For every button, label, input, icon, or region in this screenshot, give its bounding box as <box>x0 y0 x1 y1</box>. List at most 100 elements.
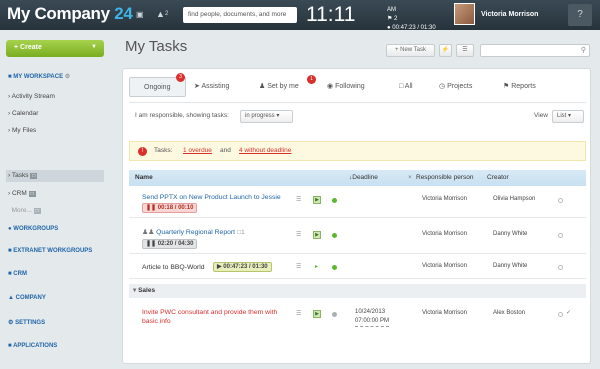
avatar[interactable] <box>454 3 475 25</box>
no-deadline-link[interactable]: 4 without deadline <box>239 142 291 160</box>
creator[interactable]: Danny White <box>493 263 527 269</box>
sidebar-item-label: Tasks <box>11 172 29 179</box>
table-row[interactable]: Send PPTX on New Product Launch to Jessi… <box>129 186 586 218</box>
view-dropdown[interactable]: List ▾ <box>552 110 584 123</box>
filter-prefix: I am responsible, showing tasks: <box>135 112 229 119</box>
close-icon[interactable]: × <box>408 170 412 186</box>
table-row[interactable]: Article to BBQ-World ▶ 00:47:23 / 01:30 … <box>129 255 586 279</box>
create-button[interactable]: + Create ▼ <box>6 40 104 57</box>
col-deadline[interactable]: ↓Deadline <box>349 170 378 186</box>
clock-time: 11:11 <box>306 3 356 26</box>
play-icon[interactable]: ▶ <box>313 231 321 239</box>
play-icon[interactable]: ▶ <box>313 196 321 204</box>
complete-checkbox[interactable] <box>558 233 563 238</box>
clock-tasks: ⚑ 2 <box>387 16 398 22</box>
search-input[interactable]: find people, documents, and more <box>183 7 297 23</box>
sidebar-item-label: Activity Stream <box>11 93 55 100</box>
tab-label: Assisting <box>201 83 230 90</box>
sidebar-section-extranet[interactable]: ■ EXTRANET WORKGROUPS <box>8 248 92 254</box>
company-logo[interactable]: My Company 24 <box>7 4 133 24</box>
responsible[interactable]: Victoria Morrison <box>422 310 467 316</box>
user-name[interactable]: Victoria Morrison <box>481 11 538 18</box>
responsible[interactable]: Victoria Morrison <box>422 263 467 269</box>
gear-icon[interactable]: ⚙ <box>65 74 70 80</box>
row-menu-icon[interactable]: ☰ <box>296 231 301 238</box>
creator[interactable]: Danny White <box>493 231 527 237</box>
sidebar: + Create ▼ ■ MY WORKSPACE ⚙ › Activity St… <box>0 30 112 369</box>
row-menu-icon[interactable]: ☰ <box>296 196 301 203</box>
task-name-line1: Invite PWC consultant and provide them w… <box>142 309 278 316</box>
deadline[interactable]: 10/24/2013 07:00:00 PM <box>355 308 390 327</box>
sidebar-item-activity-stream[interactable]: › Activity Stream <box>8 93 55 100</box>
status-dropdown[interactable]: in progress ▾ <box>240 110 293 123</box>
sidebar-item-tasks[interactable]: › Tasks □ <box>8 172 38 179</box>
creator[interactable]: Olivia Hampson <box>493 196 535 202</box>
sidebar-item-more[interactable]: More... □ <box>8 207 41 214</box>
deadline-time: 07:00:00 PM <box>355 317 390 327</box>
sidebar-item-crm[interactable]: › CRM □ <box>8 190 36 197</box>
status-value: in progress <box>245 113 275 119</box>
table-row[interactable]: Invite PWC consultant and provide them w… <box>129 301 586 337</box>
help-button[interactable]: ? <box>568 4 592 26</box>
table-header: Name ↓Deadline × Responsible person Crea… <box>129 170 586 186</box>
complete-checkbox[interactable] <box>558 312 563 317</box>
col-responsible[interactable]: Responsible person <box>416 170 473 186</box>
tab-set-by-me[interactable]: ♟ Set by me <box>259 77 299 97</box>
complete-checkbox[interactable] <box>558 198 563 203</box>
task-timer[interactable]: ❚❚ 00:18 / 00:10 <box>142 203 198 213</box>
clock[interactable]: 11:11 <box>306 3 355 27</box>
sidebar-section-applications[interactable]: ■ APPLICATIONS <box>8 343 57 349</box>
clock-ampm: AM <box>387 7 396 13</box>
creator[interactable]: Alex Boston <box>493 310 525 316</box>
tab-projects[interactable]: ◷ Projects <box>439 77 472 97</box>
responsible[interactable]: Victoria Morrison <box>422 231 467 237</box>
task-name[interactable]: Article to BBQ-World <box>142 263 205 272</box>
comment-count: 1 <box>241 229 245 236</box>
clock-info[interactable]: AM ⚑ 2 ● 00:47:23 / 01:30 <box>387 6 436 33</box>
sidebar-my-workspace[interactable]: ■ MY WORKSPACE ⚙ <box>8 73 70 80</box>
row-menu-icon[interactable]: ☰ <box>296 310 301 317</box>
tab-label: Set by me <box>267 83 299 90</box>
col-name[interactable]: Name <box>135 170 153 186</box>
task-search-input[interactable]: ⚲ <box>480 44 590 57</box>
sidebar-section-crm[interactable]: ■ CRM <box>8 271 27 277</box>
task-name[interactable]: Send PPTX on New Product Launch to Jessi… <box>142 193 281 202</box>
tab-label: Projects <box>447 83 473 90</box>
chevron-down-icon: ▾ <box>133 287 137 294</box>
col-creator[interactable]: Creator <box>487 170 509 186</box>
play-icon[interactable]: ▸ <box>315 263 318 270</box>
row-menu-icon[interactable]: ☰ <box>296 263 301 270</box>
task-name[interactable]: Invite PWC consultant and provide them w… <box>142 308 277 326</box>
tab-reports[interactable]: ⚑ Reports <box>503 77 536 97</box>
sidebar-section-settings[interactable]: ⚙ SETTINGS <box>8 319 45 326</box>
sidebar-item-my-files[interactable]: › My Files <box>8 127 36 134</box>
sidebar-section-workgroups[interactable]: ● WORKGROUPS <box>8 226 58 232</box>
play-icon[interactable]: ▶ <box>313 310 321 318</box>
overdue-link[interactable]: 1 overdue <box>183 142 212 160</box>
task-timer[interactable]: ▶ 00:47:23 / 01:30 <box>213 262 272 272</box>
chat-icon[interactable]: ▣ <box>136 10 144 19</box>
applications-icon: ■ <box>8 343 12 349</box>
group-header-sales[interactable]: ▾ Sales <box>129 284 586 298</box>
tab-following[interactable]: ◉ Following <box>327 77 365 97</box>
list-menu-icon[interactable]: ☰ <box>456 44 474 57</box>
sidebar-item-label: My Files <box>11 127 37 134</box>
sidebar-item-calendar[interactable]: › Calendar <box>8 110 38 117</box>
tab-assisting[interactable]: ➤ Assisting <box>194 77 229 97</box>
timer-value: 02:20 / 04:30 <box>157 241 194 247</box>
view-value: List <box>557 113 567 119</box>
complete-checkbox[interactable] <box>558 265 563 270</box>
sidebar-section-company[interactable]: ▲ COMPANY <box>8 295 46 301</box>
tab-all[interactable]: □ All <box>399 77 413 97</box>
status-dot <box>332 233 337 238</box>
company-name: My Company <box>7 4 110 23</box>
new-task-button[interactable]: + New Task <box>386 44 435 57</box>
notification-bell-icon[interactable]: ▲ <box>156 9 165 19</box>
task-timer[interactable]: ❚❚ 02:20 / 04:30 <box>142 239 198 249</box>
responsible[interactable]: Victoria Morrison <box>422 196 467 202</box>
task-name-wrap[interactable]: ♟♟ Quarterly Regional Report □1 <box>142 228 245 237</box>
timer-value: 00:18 / 00:10 <box>157 205 194 211</box>
table-row[interactable]: ♟♟ Quarterly Regional Report □1 ❚❚ 02:20… <box>129 219 586 254</box>
checkmark-icon[interactable]: ✓ <box>566 309 571 316</box>
lightning-icon[interactable]: ⚡ <box>439 44 452 57</box>
